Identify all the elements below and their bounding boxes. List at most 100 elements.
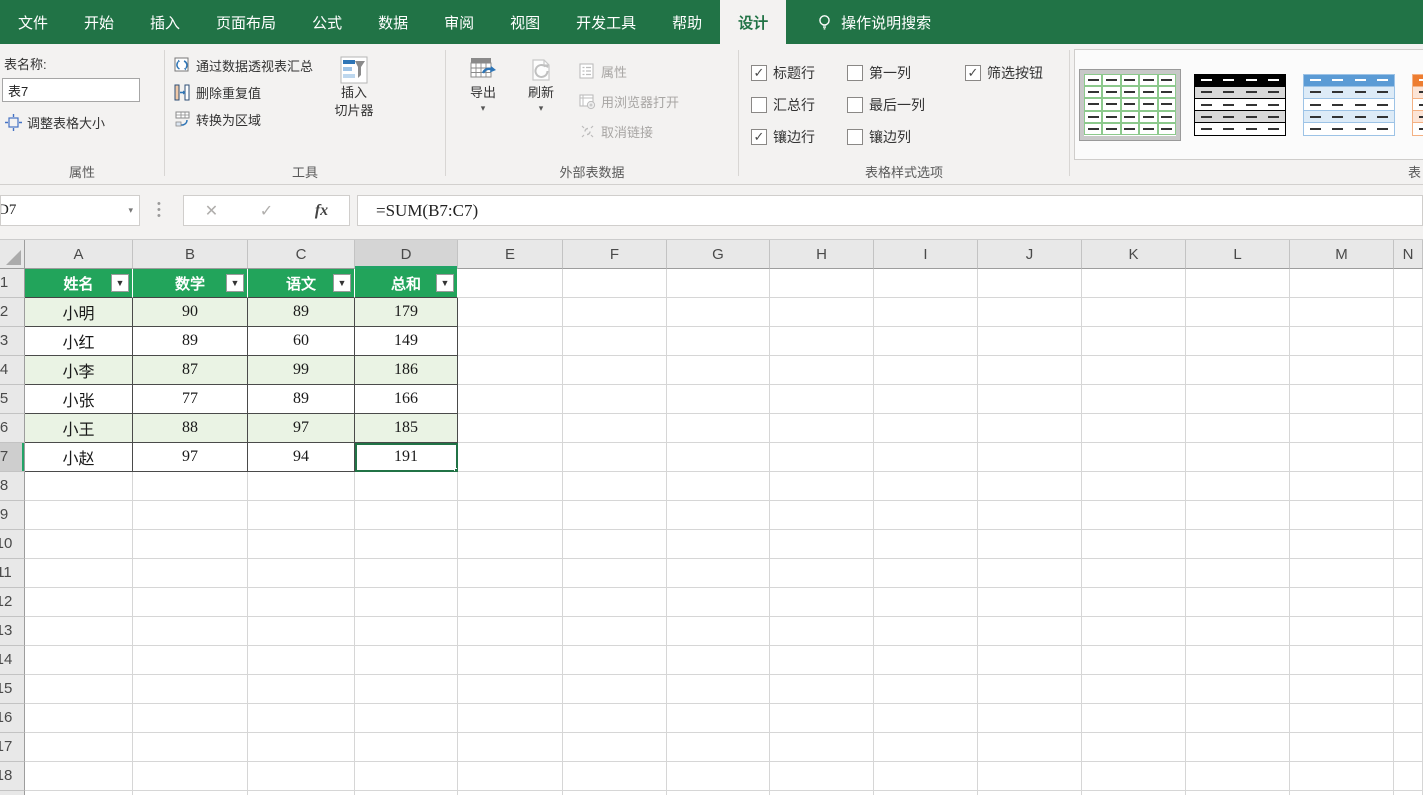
cell-J11[interactable]	[978, 559, 1082, 588]
cell-E18[interactable]	[458, 762, 563, 791]
cell-K11[interactable]	[1082, 559, 1186, 588]
checkbox-box[interactable]: ✓	[751, 65, 767, 81]
table-name-input[interactable]	[2, 78, 140, 102]
row-header-17[interactable]: 17	[0, 733, 25, 762]
cell-I12[interactable]	[874, 588, 978, 617]
cell-J1[interactable]	[978, 269, 1082, 298]
cell-I14[interactable]	[874, 646, 978, 675]
cell-F3[interactable]	[563, 327, 667, 356]
cell-G3[interactable]	[667, 327, 770, 356]
cell-F2[interactable]	[563, 298, 667, 327]
cell-D7[interactable]: 191	[355, 443, 458, 472]
cell-K4[interactable]	[1082, 356, 1186, 385]
cell-A7[interactable]: 小赵	[25, 443, 133, 472]
cell-H3[interactable]	[770, 327, 874, 356]
column-header-F[interactable]: F	[563, 240, 667, 269]
filter-dropdown-button[interactable]: ▼	[226, 274, 244, 292]
cell-M18[interactable]	[1290, 762, 1394, 791]
cell-K9[interactable]	[1082, 501, 1186, 530]
cell-E8[interactable]	[458, 472, 563, 501]
cell-G14[interactable]	[667, 646, 770, 675]
cell-L17[interactable]	[1186, 733, 1290, 762]
cell-M2[interactable]	[1290, 298, 1394, 327]
cell-G7[interactable]	[667, 443, 770, 472]
cell-I17[interactable]	[874, 733, 978, 762]
cell-B3[interactable]: 89	[133, 327, 248, 356]
cell-M5[interactable]	[1290, 385, 1394, 414]
cell-E14[interactable]	[458, 646, 563, 675]
row-header-2[interactable]: 2	[0, 298, 25, 327]
row-header-16[interactable]: 16	[0, 704, 25, 733]
cell-N5[interactable]	[1394, 385, 1423, 414]
cell-D18[interactable]	[355, 762, 458, 791]
convert-to-range-button[interactable]: 转换为区域	[171, 106, 316, 133]
cell-M14[interactable]	[1290, 646, 1394, 675]
tab-insert[interactable]: 插入	[132, 0, 198, 44]
cell-N12[interactable]	[1394, 588, 1423, 617]
row-header-14[interactable]: 14	[0, 646, 25, 675]
cell-K7[interactable]	[1082, 443, 1186, 472]
cell-H8[interactable]	[770, 472, 874, 501]
row-header-15[interactable]: 15	[0, 675, 25, 704]
cell-C5[interactable]: 89	[248, 385, 355, 414]
cell-A11[interactable]	[25, 559, 133, 588]
cell-G17[interactable]	[667, 733, 770, 762]
cell-L3[interactable]	[1186, 327, 1290, 356]
tab-developer[interactable]: 开发工具	[558, 0, 654, 44]
cell-L2[interactable]	[1186, 298, 1290, 327]
cell-M6[interactable]	[1290, 414, 1394, 443]
cell-D6[interactable]: 185	[355, 414, 458, 443]
cell-E19[interactable]	[458, 791, 563, 795]
tab-page-layout[interactable]: 页面布局	[198, 0, 294, 44]
tell-me-search[interactable]: 操作说明搜索	[802, 0, 945, 44]
cell-K19[interactable]	[1082, 791, 1186, 795]
cell-H16[interactable]	[770, 704, 874, 733]
cell-M12[interactable]	[1290, 588, 1394, 617]
cell-I11[interactable]	[874, 559, 978, 588]
cell-J10[interactable]	[978, 530, 1082, 559]
cell-D1[interactable]: 总和▼	[355, 269, 458, 298]
cell-I4[interactable]	[874, 356, 978, 385]
style-light-green-grid[interactable]	[1079, 69, 1181, 141]
cell-K18[interactable]	[1082, 762, 1186, 791]
checkbox-box[interactable]	[847, 65, 863, 81]
cell-A17[interactable]	[25, 733, 133, 762]
cell-G1[interactable]	[667, 269, 770, 298]
tab-view[interactable]: 视图	[492, 0, 558, 44]
filter-dropdown-button[interactable]: ▼	[111, 274, 129, 292]
cell-D8[interactable]	[355, 472, 458, 501]
cell-E1[interactable]	[458, 269, 563, 298]
checkbox-box[interactable]: ✓	[751, 129, 767, 145]
cell-C16[interactable]	[248, 704, 355, 733]
cell-N19[interactable]	[1394, 791, 1423, 795]
cell-L5[interactable]	[1186, 385, 1290, 414]
formula-bar-grip[interactable]: •••	[157, 201, 161, 219]
cell-J2[interactable]	[978, 298, 1082, 327]
checkbox-汇总行[interactable]: 汇总行	[751, 89, 847, 121]
cell-C1[interactable]: 语文▼	[248, 269, 355, 298]
cell-L15[interactable]	[1186, 675, 1290, 704]
cell-E9[interactable]	[458, 501, 563, 530]
cell-L19[interactable]	[1186, 791, 1290, 795]
cell-D15[interactable]	[355, 675, 458, 704]
cell-B18[interactable]	[133, 762, 248, 791]
cell-D11[interactable]	[355, 559, 458, 588]
cell-A19[interactable]	[25, 791, 133, 795]
cell-K1[interactable]	[1082, 269, 1186, 298]
checkbox-标题行[interactable]: ✓标题行	[751, 57, 847, 89]
cell-K2[interactable]	[1082, 298, 1186, 327]
cell-G2[interactable]	[667, 298, 770, 327]
cell-C12[interactable]	[248, 588, 355, 617]
cell-G11[interactable]	[667, 559, 770, 588]
cell-J3[interactable]	[978, 327, 1082, 356]
cell-M15[interactable]	[1290, 675, 1394, 704]
cell-F11[interactable]	[563, 559, 667, 588]
cell-I9[interactable]	[874, 501, 978, 530]
cell-J9[interactable]	[978, 501, 1082, 530]
tab-help[interactable]: 帮助	[654, 0, 720, 44]
style-black-header[interactable]	[1190, 70, 1290, 140]
cell-E16[interactable]	[458, 704, 563, 733]
cell-F18[interactable]	[563, 762, 667, 791]
column-header-K[interactable]: K	[1082, 240, 1186, 269]
cell-J15[interactable]	[978, 675, 1082, 704]
